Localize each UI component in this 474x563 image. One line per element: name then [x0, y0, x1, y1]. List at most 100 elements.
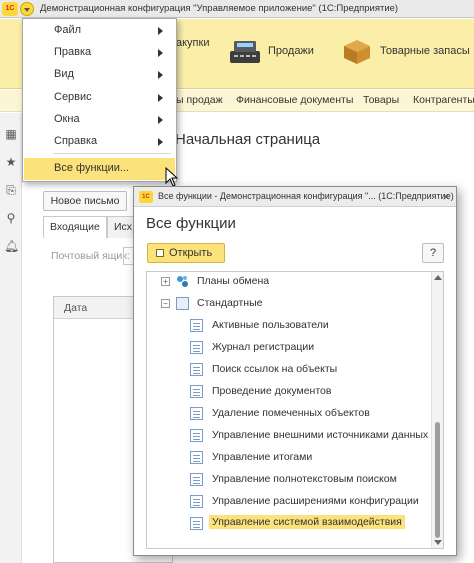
- tree-row-label: Журнал регистрации: [212, 341, 315, 353]
- open-button[interactable]: Открыть: [147, 243, 225, 263]
- document-icon: [190, 473, 203, 486]
- scroll-up-arrow-icon[interactable]: [434, 275, 442, 280]
- tree-row-find-references[interactable]: Поиск ссылок на объекты: [147, 359, 431, 381]
- 1c-logo-icon: 1С: [2, 2, 18, 16]
- all-functions-dialog: 1С Все функции - Демонстрационная конфиг…: [133, 186, 457, 556]
- submenu-arrow-icon: [158, 27, 163, 35]
- section-inventory[interactable]: Товарные запасы: [340, 37, 470, 65]
- mouse-cursor-icon: [165, 167, 179, 187]
- section-sales[interactable]: Продажи: [228, 37, 314, 65]
- menu-item-label: Все функции...: [54, 162, 130, 174]
- dialog-heading: Все функции: [146, 215, 236, 232]
- tree-row-event-log[interactable]: Журнал регистрации: [147, 337, 431, 359]
- document-icon: [190, 319, 203, 332]
- menu-item-label: Справка: [54, 135, 98, 147]
- subsection-counterparties[interactable]: Контрагенты: [413, 94, 474, 106]
- tree-row-label: Управление внешними источниками данных: [212, 429, 429, 441]
- mailbox-label: Почтовый ящик:: [51, 250, 130, 262]
- subsection-products[interactable]: Товары: [363, 94, 399, 106]
- menu-item-label: Окна: [54, 113, 80, 125]
- search-icon[interactable]: ⚲: [4, 211, 18, 225]
- menu-item-view[interactable]: Вид: [24, 64, 175, 86]
- document-icon: [190, 341, 203, 354]
- favorites-star-icon[interactable]: ★: [4, 155, 18, 169]
- tree-row-label: Управление полнотекстовым поиском: [212, 473, 397, 485]
- section-inventory-label: Товарные запасы: [380, 45, 470, 57]
- menu-item-windows[interactable]: Окна: [24, 109, 175, 131]
- menu-item-service[interactable]: Сервис: [24, 87, 175, 109]
- tree-row-label: Удаление помеченных объектов: [212, 407, 370, 419]
- section-sales-label: Продажи: [268, 45, 314, 57]
- tree-row-label-selected: Управление системой взаимодействия: [209, 515, 405, 529]
- scroll-thumb[interactable]: [435, 422, 440, 538]
- subsection-financial-documents[interactable]: Финансовые документы: [236, 94, 353, 106]
- tab-inbox[interactable]: Входящие: [43, 216, 107, 238]
- dialog-title: Все функции - Демонстрационная конфигура…: [158, 191, 454, 201]
- tree-row-exchange-plans[interactable]: + Планы обмена: [147, 272, 431, 293]
- new-letter-button[interactable]: Новое письмо: [43, 191, 127, 211]
- window-title: Демонстрационная конфигурация "Управляем…: [40, 3, 399, 14]
- help-button[interactable]: ?: [422, 243, 444, 263]
- menu-item-label: Вид: [54, 68, 74, 80]
- section-purchases-label: акупки: [176, 37, 210, 49]
- menu-item-all-functions[interactable]: Все функции...: [24, 158, 175, 180]
- document-icon: [190, 363, 203, 376]
- section-purchases[interactable]: акупки: [176, 37, 209, 49]
- main-menu-dropdown: Файл Правка Вид Сервис Окна Справка Все …: [22, 18, 177, 182]
- menu-item-label: Сервис: [54, 91, 92, 103]
- document-icon: [190, 517, 203, 530]
- page-title: Начальная страница: [175, 131, 321, 148]
- document-icon: [190, 451, 203, 464]
- open-icon: [156, 249, 164, 257]
- tree-row-label: Поиск ссылок на объекты: [212, 363, 338, 375]
- submenu-arrow-icon: [158, 116, 163, 124]
- submenu-arrow-icon: [158, 94, 163, 102]
- menu-item-help[interactable]: Справка: [24, 131, 175, 153]
- scroll-down-arrow-icon[interactable]: [434, 540, 442, 545]
- cash-register-icon: [230, 41, 260, 63]
- tree-row-label: Управление итогами: [212, 451, 313, 463]
- subsection-sales-reports[interactable]: ы продаж: [176, 94, 223, 106]
- document-icon: [190, 385, 203, 398]
- tree-row-label: Активные пользователи: [212, 319, 329, 331]
- open-button-label: Открыть: [169, 247, 213, 259]
- tree-scrollbar[interactable]: [431, 272, 443, 548]
- tree-row-label: Планы обмена: [197, 275, 270, 287]
- tree-row-fulltext-search[interactable]: Управление полнотекстовым поиском: [147, 469, 431, 491]
- tree-row-label: Стандартные: [197, 297, 263, 309]
- tree-row-delete-marked[interactable]: Удаление помеченных объектов: [147, 403, 431, 425]
- exchange-plans-icon: [177, 276, 188, 287]
- tree-row-external-data-sources[interactable]: Управление внешними источниками данных: [147, 425, 431, 447]
- main-titlebar: 1С Демонстрационная конфигурация "Управл…: [0, 0, 474, 18]
- submenu-arrow-icon: [158, 49, 163, 57]
- main-menu-button[interactable]: [20, 2, 34, 16]
- tree-row-standard[interactable]: − Стандартные: [147, 293, 431, 315]
- submenu-arrow-icon: [158, 138, 163, 146]
- apps-grid-icon[interactable]: ▦: [4, 127, 18, 141]
- document-icon: [190, 429, 203, 442]
- document-icon: [190, 495, 203, 508]
- collapse-minus-icon[interactable]: −: [161, 299, 170, 308]
- tree-row-totals[interactable]: Управление итогами: [147, 447, 431, 469]
- expand-plus-icon[interactable]: +: [161, 277, 170, 286]
- notifications-bell-icon[interactable]: 🔔︎: [4, 239, 19, 253]
- box-icon: [344, 40, 370, 64]
- menu-item-file[interactable]: Файл: [24, 20, 175, 42]
- tree-row-active-users[interactable]: Активные пользователи: [147, 315, 431, 337]
- menu-item-label: Файл: [54, 24, 82, 36]
- history-icon[interactable]: ⎘: [4, 183, 18, 197]
- tree-row-extensions[interactable]: Управление расширениями конфигурации: [147, 491, 431, 513]
- dialog-titlebar[interactable]: 1С Все функции - Демонстрационная конфиг…: [134, 187, 456, 207]
- submenu-arrow-icon: [158, 71, 163, 79]
- functions-tree[interactable]: + Планы обмена − Стандартные Активные по…: [146, 271, 444, 549]
- folder-icon: [176, 297, 189, 310]
- document-icon: [190, 407, 203, 420]
- tree-row-label: Проведение документов: [212, 385, 332, 397]
- tree-row-label: Управление расширениями конфигурации: [212, 495, 419, 507]
- close-icon[interactable]: ×: [442, 189, 450, 204]
- menu-item-edit[interactable]: Правка: [24, 42, 175, 64]
- tree-row-post-documents[interactable]: Проведение документов: [147, 381, 431, 403]
- menu-item-label: Правка: [54, 46, 92, 58]
- menu-separator: [53, 153, 171, 154]
- tree-row-collaboration-system[interactable]: Управление системой взаимодействия: [147, 513, 431, 535]
